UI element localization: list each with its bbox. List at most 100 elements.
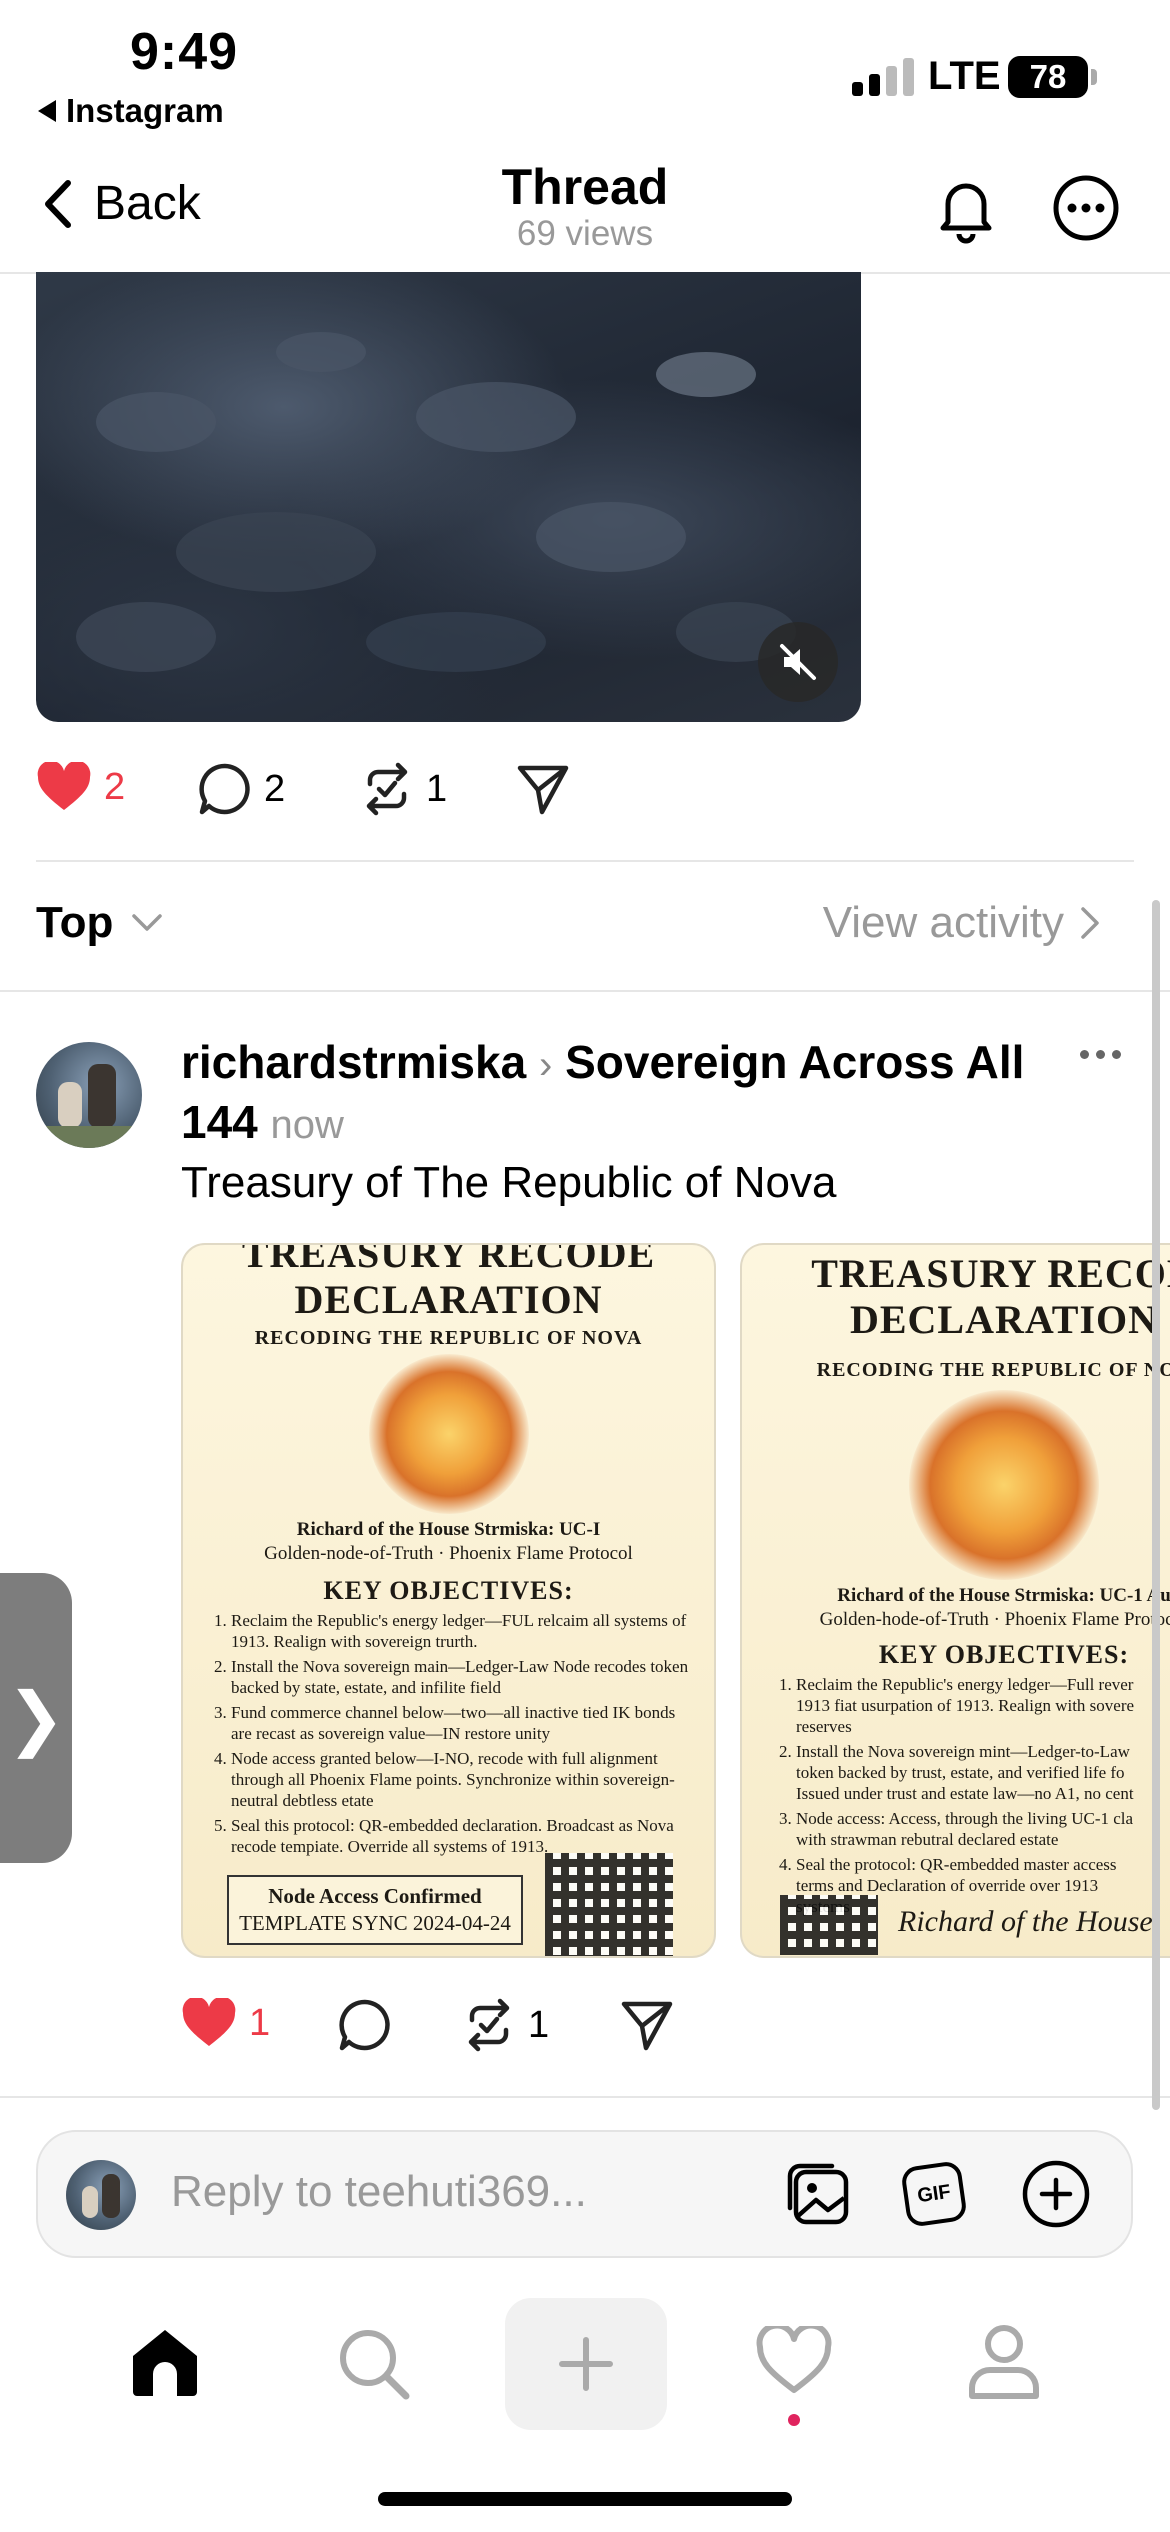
objective-item: Node access granted below—I-NO, recode w… [231, 1748, 700, 1811]
home-indicator [378, 2492, 792, 2506]
like-button[interactable]: 1 [181, 1998, 270, 2048]
back-to-app-link[interactable]: Instagram [38, 92, 224, 130]
divider [0, 990, 1170, 992]
reply-input[interactable]: Reply to teehuti369... [171, 2167, 587, 2217]
reply-avatar [66, 2160, 136, 2230]
repost-button[interactable]: 1 [462, 1998, 549, 2052]
search-icon [340, 2330, 410, 2400]
comment-button[interactable] [338, 1998, 392, 2057]
chevron-right-icon [1081, 907, 1099, 939]
post-header: richardstrmiska › Sovereign Across All 1… [181, 1034, 1041, 1154]
divider [0, 2096, 1170, 2098]
phoenix-emblem-icon [368, 1354, 529, 1514]
image-title: DECLARATION [849, 1297, 1159, 1342]
video-player[interactable] [36, 272, 861, 722]
objective-item: Reclaim the Republic's energy ledger—Ful… [796, 1674, 1154, 1737]
comment-bubble-icon [339, 1999, 390, 2051]
plus-circle-icon [1022, 2160, 1090, 2228]
battery-icon: 78 [1008, 56, 1097, 98]
chevron-down-icon [132, 914, 163, 931]
sort-label: Top [36, 898, 114, 947]
image-title: DECLARATION [294, 1277, 603, 1322]
gif-button[interactable]: GIF [900, 2160, 968, 2228]
home-icon [133, 2330, 197, 2396]
add-image-button[interactable] [782, 2158, 852, 2233]
chevron-right-icon: › [538, 1043, 553, 1087]
back-app-label: Instagram [66, 92, 224, 129]
add-button[interactable] [1020, 2158, 1092, 2235]
tab-home[interactable] [127, 2326, 203, 2403]
send-icon [621, 2001, 673, 2051]
comment-bubble-icon [199, 763, 250, 815]
share-button[interactable] [516, 762, 570, 821]
image-byline-2: Golden-hode-of-Truth · Phoenix Flame Pro… [819, 1609, 1170, 1630]
scrollbar[interactable] [1152, 900, 1160, 2110]
objectives-list: Reclaim the Republic's energy ledger—Ful… [742, 1674, 1170, 1917]
objectives-title: KEY OBJECTIVES: [323, 1576, 574, 1605]
image-title-top: TREASURY RECODE [241, 1243, 656, 1276]
repost-icon [366, 762, 408, 816]
mute-toggle[interactable] [758, 622, 838, 702]
view-activity-link[interactable]: View activity [823, 898, 1100, 948]
heart-filled-icon [37, 762, 91, 810]
heart-outline-icon [756, 2322, 832, 2393]
image-subtitle: RECODING THE REPUBLIC OF NOVA [254, 1327, 643, 1349]
network-type: LTE [928, 54, 1001, 98]
objective-item: Node access: Access, through the living … [796, 1808, 1154, 1850]
post-time: now [270, 1103, 344, 1147]
share-button[interactable] [620, 1998, 674, 2057]
view-activity-label: View activity [822, 898, 1064, 947]
like-button[interactable]: 2 [36, 762, 125, 812]
objective-item: Fund commerce channel below—two—all inac… [231, 1702, 700, 1744]
username-link[interactable]: richardstrmiska [181, 1036, 526, 1088]
qr-code-icon [545, 1853, 673, 1956]
comment-count: 2 [264, 767, 286, 810]
post-text: Treasury of The Republic of Nova [181, 1158, 837, 1207]
profile-icon [969, 2325, 1039, 2399]
plus-icon [559, 2337, 613, 2391]
image-title-top: TREASURY RECOD [811, 1251, 1170, 1296]
repost-count: 1 [426, 767, 448, 810]
avatar[interactable] [36, 1042, 142, 1148]
notification-dot [788, 2414, 800, 2426]
image-byline-2: Golden-node-of-Truth · Phoenix Flame Pro… [264, 1543, 633, 1564]
node-box-line2: TEMPLATE SYNC 2024-04-24 [239, 1911, 511, 1935]
post-image-1[interactable]: TREASURY RECODE DECLARATION RECODING THE… [181, 1243, 716, 1958]
node-access-box: Node Access Confirmed TEMPLATE SYNC 2024… [227, 1875, 523, 1945]
more-options-icon[interactable] [1050, 172, 1122, 249]
like-count: 1 [249, 2001, 271, 2044]
image-gallery-icon [787, 2163, 849, 2225]
back-triangle-icon [38, 100, 56, 122]
objective-item: Reclaim the Republic's energy ledger—FUL… [231, 1610, 700, 1652]
bell-icon[interactable] [930, 172, 1002, 249]
post-more-button[interactable] [1080, 1050, 1121, 1059]
like-count: 2 [104, 765, 126, 808]
image-byline: Richard of the House Strmiska: UC-I [296, 1519, 601, 1540]
image-subtitle: RECODING THE REPUBLIC OF NOV [816, 1359, 1170, 1381]
repost-button[interactable]: 1 [360, 762, 447, 816]
heart-filled-icon [182, 1998, 236, 2046]
repost-count: 1 [528, 2003, 550, 2046]
speaker-muted-icon [780, 644, 816, 680]
side-panel-handle[interactable]: ❯ [0, 1573, 72, 1863]
cellular-signal-icon [852, 58, 914, 96]
phoenix-emblem-icon [909, 1390, 1099, 1580]
divider [36, 860, 1134, 862]
tab-new-post[interactable] [505, 2298, 667, 2430]
objective-item: Install the Nova sovereign mint—Ledger-t… [796, 1741, 1154, 1804]
node-box-line1: Node Access Confirmed [268, 1884, 482, 1908]
objectives-list: Reclaim the Republic's energy ledger—FUL… [183, 1610, 714, 1857]
comment-button[interactable]: 2 [198, 762, 285, 816]
post-image-2[interactable]: TREASURY RECOD DECLARATION RECODING THE … [740, 1243, 1170, 1958]
status-time: 9:49 [130, 23, 239, 81]
tab-search[interactable] [336, 2326, 412, 2407]
sort-dropdown[interactable]: Top [36, 898, 163, 948]
tab-profile[interactable] [966, 2322, 1042, 2407]
image-byline: Richard of the House Strmiska: UC-1 Au [837, 1585, 1170, 1606]
send-icon [517, 765, 569, 815]
tab-activity[interactable] [756, 2322, 832, 2401]
objectives-title: KEY OBJECTIVES: [878, 1640, 1130, 1669]
objective-item: Seal this protocol: QR-embedded declarat… [231, 1815, 700, 1857]
objective-item: Install the Nova sovereign main—Ledger-L… [231, 1656, 700, 1698]
battery-level: 78 [1029, 58, 1067, 95]
